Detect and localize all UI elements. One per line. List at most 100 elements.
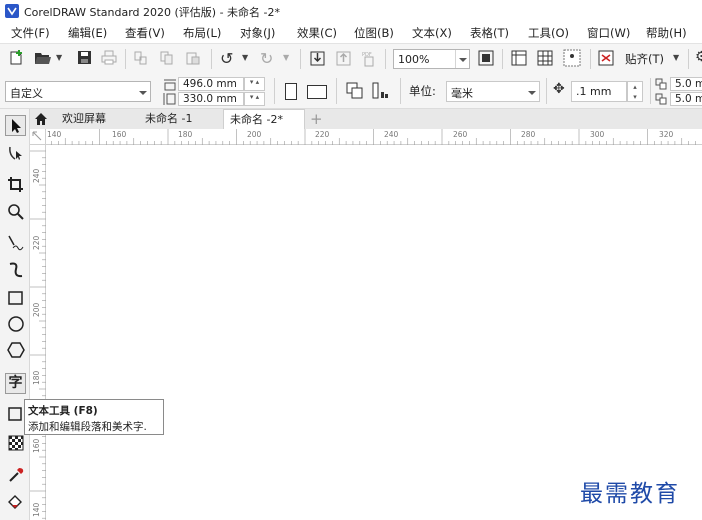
zoom-level-combo[interactable]: 100% (393, 49, 470, 69)
ruler-h-label: 160 (112, 130, 127, 139)
document-tab-strip: 欢迎屏幕 未命名 -1 未命名 -2* + (30, 109, 702, 129)
menu-table[interactable]: 表格(T) (470, 25, 509, 41)
page-width-field[interactable]: 496.0 mm (178, 77, 244, 91)
ruler-h-label: 220 (315, 130, 330, 139)
paste-icon[interactable] (186, 51, 200, 65)
portrait-orientation-icon[interactable] (285, 83, 297, 100)
redo-dropdown-icon[interactable]: ▼ (283, 53, 289, 62)
page-width-spinner[interactable]: ▾ ▴ (244, 77, 265, 91)
units-combo[interactable]: 毫米 (446, 81, 540, 102)
ruler-h-label: 260 (453, 130, 468, 139)
ruler-h-label: 280 (521, 130, 536, 139)
artistic-media-tool-icon[interactable] (6, 260, 26, 280)
menu-edit[interactable]: 编辑(E) (68, 25, 107, 41)
menu-effects[interactable]: 效果(C) (297, 25, 337, 41)
show-guidelines-icon[interactable] (563, 49, 581, 67)
show-grid-icon[interactable] (537, 50, 553, 66)
ruler-v-label: 200 (32, 302, 41, 317)
ruler-v-label: 180 (32, 370, 41, 385)
tab-untitled-1-label: 未命名 -1 (145, 112, 193, 125)
ruler-origin[interactable] (30, 129, 46, 145)
toolbox: 字 (0, 109, 30, 520)
landscape-orientation-icon[interactable] (307, 85, 327, 99)
duplicate-y-icon (655, 93, 667, 105)
tooltip-title: 文本工具 (F8) (28, 405, 98, 417)
menu-view[interactable]: 查看(V) (125, 25, 165, 41)
tab-untitled-1[interactable]: 未命名 -1 (139, 109, 221, 129)
menu-object[interactable]: 对象(J) (240, 25, 275, 41)
print-icon[interactable] (101, 50, 117, 65)
ruler-h-label: 200 (247, 130, 262, 139)
undo-dropdown-icon[interactable]: ▼ (242, 53, 248, 62)
horizontal-ruler[interactable]: 140 160 180 200 220 240 260 280 300 320 (30, 129, 702, 145)
nudge-distance-spinner[interactable]: ▴ ▾ (627, 81, 643, 102)
show-rulers-icon[interactable] (511, 50, 527, 66)
page-height-spinner[interactable]: ▾ ▴ (244, 92, 265, 106)
export-pdf-icon[interactable]: PDF (361, 49, 377, 67)
tab-welcome-screen[interactable]: 欢迎屏幕 (56, 109, 136, 129)
crop-tool-icon[interactable] (6, 175, 26, 195)
drawing-canvas[interactable] (46, 145, 702, 520)
duplicate-y-field[interactable]: 5.0 mm (670, 92, 702, 106)
undo-icon[interactable]: ↺ (220, 49, 233, 68)
transparency-tool-icon[interactable] (6, 433, 26, 453)
interactive-fill-tool-icon[interactable] (6, 493, 26, 513)
standard-toolbar: ▼ ↺ ▼ ↻ ▼ PDF 100% 贴齐(T) ▼ ⚙ (0, 43, 702, 75)
all-pages-icon[interactable] (346, 82, 364, 100)
freehand-tool-icon[interactable] (6, 233, 26, 253)
export-icon[interactable] (336, 50, 351, 66)
tab-untitled-2-label: 未命名 -2* (230, 113, 283, 126)
tab-untitled-2[interactable]: 未命名 -2* (223, 109, 305, 129)
save-icon[interactable] (77, 50, 92, 65)
ellipse-tool-icon[interactable] (6, 314, 26, 334)
page-size-combo[interactable]: 自定义 (5, 81, 151, 102)
menu-help[interactable]: 帮助(H) (646, 25, 687, 41)
snap-to-label[interactable]: 贴齐(T) (625, 51, 664, 67)
home-icon[interactable] (34, 112, 48, 126)
ruler-v-label: 240 (32, 168, 41, 183)
rectangle-tool-icon[interactable] (6, 288, 26, 308)
shape-tool-icon[interactable] (6, 143, 26, 163)
vertical-ruler[interactable]: 240 220 200 180 160 140 (30, 145, 46, 520)
window-title: CorelDRAW Standard 2020 (评估版) - 未命名 -2* (24, 6, 281, 19)
watermark-text: 最需教育 (580, 481, 680, 507)
duplicate-x-field[interactable]: 5.0 mm (670, 77, 702, 91)
page-size-dropdown-icon[interactable] (136, 82, 150, 101)
text-tool-icon[interactable]: 字 (5, 373, 26, 394)
parallel-dimension-tool-icon[interactable] (6, 405, 26, 425)
import-icon[interactable] (310, 50, 325, 66)
zoom-level-value: 100% (398, 53, 430, 66)
zoom-tool-icon[interactable] (6, 202, 26, 222)
menu-bar: 文件(F) 编辑(E) 查看(V) 布局(L) 对象(J) 效果(C) 位图(B… (0, 22, 702, 43)
eyedropper-tool-icon[interactable] (6, 465, 26, 485)
nudge-distance-field[interactable]: .1 mm (571, 81, 627, 102)
redo-icon[interactable]: ↻ (260, 49, 273, 68)
cut-icon[interactable] (134, 51, 148, 65)
menu-bitmap[interactable]: 位图(B) (354, 25, 394, 41)
full-screen-icon[interactable] (478, 50, 494, 66)
current-page-icon[interactable] (372, 82, 390, 100)
units-value: 毫米 (451, 87, 473, 100)
open-folder-icon[interactable] (34, 50, 52, 66)
menu-file[interactable]: 文件(F) (11, 25, 50, 41)
menu-layout[interactable]: 布局(L) (183, 25, 221, 41)
open-dropdown-icon[interactable]: ▼ (56, 53, 62, 62)
add-tab-icon[interactable]: + (310, 110, 323, 128)
pick-tool-icon[interactable] (5, 115, 26, 136)
page-height-field[interactable]: 330.0 mm (178, 92, 244, 106)
page-height-value: 330.0 mm (183, 93, 237, 105)
page-size-value: 自定义 (10, 87, 43, 100)
new-document-icon[interactable] (8, 50, 24, 66)
polygon-tool-icon[interactable] (6, 340, 26, 360)
options-icon[interactable]: ⚙ (695, 49, 702, 65)
zoom-dropdown-icon[interactable] (455, 50, 469, 68)
page-width-icon (164, 79, 176, 91)
menu-window[interactable]: 窗口(W) (587, 25, 630, 41)
menu-tools[interactable]: 工具(O) (528, 25, 569, 41)
snap-dropdown-icon[interactable]: ▼ (673, 53, 679, 62)
units-dropdown-icon[interactable] (525, 82, 539, 101)
copy-icon[interactable] (160, 51, 174, 65)
ruler-v-label: 220 (32, 235, 41, 250)
menu-text[interactable]: 文本(X) (412, 25, 452, 41)
snap-to-icon[interactable] (598, 50, 615, 66)
